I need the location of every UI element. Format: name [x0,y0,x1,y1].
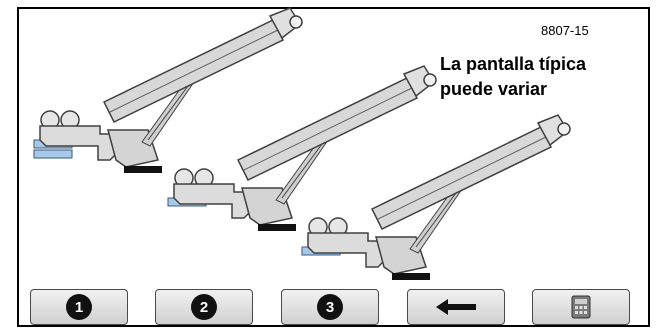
calculator-button[interactable] [532,289,630,325]
caption-line-2: puede variar [440,79,548,99]
outrigger-pad-extra [33,149,73,159]
figure-code: 8807-15 [541,23,589,38]
number-one-icon: 1 [66,294,92,320]
boom-illustration [33,7,571,281]
button-2[interactable]: 2 [155,289,253,325]
calculator-icon [571,295,591,319]
caption-text: La pantalla típica puede variar [440,52,586,102]
machine-3 [301,114,571,281]
number-three-icon: 3 [317,294,343,320]
button-3[interactable]: 3 [281,289,379,325]
button-1[interactable]: 1 [30,289,128,325]
number-two-icon: 2 [191,294,217,320]
arrow-left-icon [436,299,476,315]
back-button[interactable] [407,289,505,325]
caption-line-1: La pantalla típica [440,54,587,74]
